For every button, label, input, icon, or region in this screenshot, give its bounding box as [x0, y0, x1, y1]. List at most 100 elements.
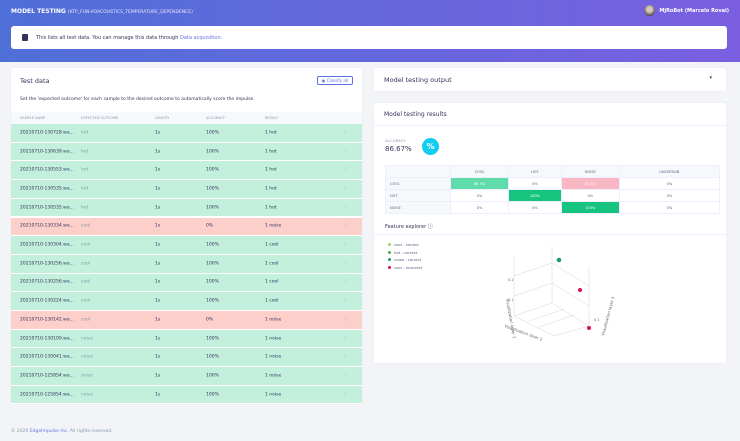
- matrix-cell: 0%: [508, 201, 562, 214]
- more-options-icon[interactable]: ⋮: [343, 392, 348, 397]
- matrix-row-header: HOT: [385, 189, 451, 202]
- matrix-cell: 0%: [508, 177, 562, 190]
- table-row[interactable]: 20210710-130041.wa... noise 1s 100% 1 noise ⋮: [11, 348, 362, 368]
- table-row[interactable]: 20210710-130224.wa... cool 1s 100% 1 cool ⋮: [11, 292, 362, 311]
- tick-label: 0.1: [508, 298, 514, 302]
- cell-name: 20210710-130639.wa...: [20, 149, 74, 155]
- card-title: Test data: [20, 77, 50, 85]
- matrix-cell: 0%: [618, 177, 721, 190]
- table-row[interactable]: 20210710-130728.wa... hot 1s 100% 1 hot ⋮: [11, 124, 362, 143]
- legend-item[interactable]: cool - incorrect: [388, 265, 422, 270]
- caret-down-icon[interactable]: ▾: [709, 75, 712, 81]
- cell-length: 1s: [155, 336, 161, 342]
- column-header: SAMPLE NAME: [20, 116, 46, 120]
- cell-accuracy: 100%: [206, 336, 219, 342]
- matrix-column-header: UNCERTAIN: [618, 165, 721, 178]
- cell-accuracy: 100%: [206, 279, 219, 285]
- cell-expected: hot: [81, 130, 89, 136]
- accuracy-label: ACCURACY: [385, 138, 406, 143]
- cell-length: 1s: [155, 167, 161, 173]
- cell-name: 20210710-130224.wa...: [20, 298, 74, 304]
- more-options-icon[interactable]: ⋮: [343, 355, 348, 360]
- cell-accuracy: 100%: [206, 205, 219, 211]
- more-options-icon[interactable]: ⋮: [343, 149, 348, 154]
- more-options-icon[interactable]: ⋮: [343, 130, 348, 135]
- more-options-icon[interactable]: ⋮: [343, 261, 348, 266]
- cell-expected: noise: [81, 336, 93, 342]
- cell-name: 20210710-125854.wa...: [20, 373, 74, 379]
- cell-accuracy: 100%: [206, 298, 219, 304]
- table-row[interactable]: 20210710-130100.wa... noise 1s 100% 1 noise ⋮: [11, 329, 362, 349]
- table-row[interactable]: 20210710-130334.wa... cool 1s 0% 1 noise ⋮: [11, 217, 362, 237]
- legend-dot-icon: [388, 265, 391, 269]
- table-row[interactable]: 20210710-130304.wa... cool 1s 100% 1 cool ⋮: [11, 236, 362, 255]
- table-row[interactable]: 20210710-130142.wa... cool 1s 0% 1 noise ⋮: [11, 311, 362, 330]
- matrix-column-header: HOT: [508, 165, 562, 178]
- cell-result: 1 noise: [265, 223, 282, 229]
- table-row[interactable]: 20210710-130256.wa... cool 1s 100% 1 cool ⋮: [11, 273, 362, 293]
- more-options-icon[interactable]: ⋮: [343, 168, 348, 173]
- more-options-icon[interactable]: ⋮: [343, 373, 348, 378]
- cell-accuracy: 100%: [206, 130, 219, 136]
- more-options-icon[interactable]: ⋮: [343, 186, 348, 191]
- column-header: LENGTH: [155, 116, 170, 120]
- cell-length: 1s: [155, 130, 161, 136]
- cell-result: 1 noise: [265, 354, 282, 360]
- company-link[interactable]: EdgeImpulse Inc.: [30, 429, 69, 434]
- feature-explorer-3d-plot[interactable]: Visualization layer 1 Visualization laye…: [484, 241, 634, 351]
- table-row[interactable]: 20210710-130639.wa... hot 1s 100% 1 hot ⋮: [11, 142, 362, 162]
- data-acquisition-link[interactable]: Data acquisition.: [180, 35, 222, 41]
- cell-expected: noise: [81, 354, 93, 360]
- cell-accuracy: 100%: [206, 186, 219, 192]
- matrix-cell: 33.3%: [560, 177, 620, 190]
- accuracy-value: 86.67%: [385, 145, 412, 153]
- more-options-icon[interactable]: ⋮: [343, 280, 348, 285]
- cell-expected: cool: [81, 298, 91, 304]
- page-title: MODEL TESTING (KTP_FUN-VOACOUSTICS_TEMPE…: [11, 8, 193, 15]
- cell-expected: hot: [81, 149, 89, 155]
- point-cool-incorrect: [587, 326, 591, 330]
- user-menu[interactable]: MjRoBot (Marcelo Rovai): [644, 5, 729, 16]
- table-row[interactable]: 20210710-130553.wa... hot 1s 100% 1 hot ⋮: [11, 161, 362, 181]
- table-row[interactable]: 20210710-125854.wa... noise 1s 100% 1 noise ⋮: [11, 367, 362, 386]
- cell-length: 1s: [155, 317, 161, 323]
- cell-expected: hot: [81, 167, 89, 173]
- more-options-icon[interactable]: ⋮: [343, 317, 348, 322]
- classify-all-button[interactable]: ▣ Classify all: [316, 76, 353, 85]
- table-row[interactable]: 20210710-130535.wa... hot 1s 100% 1 hot ⋮: [11, 198, 362, 218]
- legend-item[interactable]: hot - correct: [388, 250, 417, 255]
- cell-name: 20210710-130535.wa...: [20, 186, 74, 192]
- matrix-row-header: NOISE: [385, 201, 451, 214]
- more-options-icon[interactable]: ⋮: [343, 224, 348, 229]
- legend-dot-icon: [388, 258, 391, 261]
- cell-result: 1 hot: [265, 205, 277, 211]
- cell-expected: cool: [81, 223, 91, 229]
- more-options-icon[interactable]: ⋮: [343, 299, 348, 304]
- table-header: SAMPLE NAME EXPECTED OUTCOME LENGTH ACCURAC…: [11, 112, 362, 124]
- matrix-row-header: COOL: [385, 177, 451, 190]
- info-icon[interactable]: ⓘ: [428, 224, 433, 230]
- more-options-icon[interactable]: ⋮: [343, 336, 348, 341]
- cell-name: 20210710-130100.wa...: [20, 336, 74, 342]
- model-testing-output-panel[interactable]: Model testing output ▾: [374, 68, 726, 91]
- cell-result: 1 cool: [265, 298, 279, 304]
- cell-result: 1 hot: [265, 167, 277, 173]
- cell-name: 20210710-125854.wa...: [20, 392, 74, 398]
- confusion-matrix: COOL HOT NOISE UNCERTAIN COOL 66.7% 0% 33.3% 0% H…: [385, 165, 721, 214]
- legend-item[interactable]: cool - correct: [388, 242, 419, 247]
- table-row[interactable]: 20210710-130256.wa... cool 1s 100% 1 cool ⋮: [11, 254, 362, 274]
- cell-accuracy: 100%: [206, 392, 219, 398]
- cell-length: 1s: [155, 223, 161, 229]
- cell-name: 20210710-130728.wa...: [20, 130, 74, 136]
- matrix-cell: 0%: [560, 189, 620, 202]
- more-options-icon[interactable]: ⋮: [343, 205, 348, 210]
- table-row[interactable]: 20210710-130535.wa... hot 1s 100% 1 hot ⋮: [11, 180, 362, 199]
- matrix-cell: 0%: [618, 201, 721, 214]
- axis-label-z: Visualization layer 1: [505, 298, 517, 339]
- card-title: Model testing results: [384, 111, 447, 118]
- info-banner: This lists all test data. You can manage…: [11, 26, 727, 49]
- table-row[interactable]: 20210710-125854.wa... noise 1s 100% 1 noise ⋮: [11, 385, 362, 405]
- more-options-icon[interactable]: ⋮: [343, 243, 348, 248]
- legend-item[interactable]: noise - correct: [388, 257, 421, 262]
- cell-length: 1s: [155, 392, 161, 398]
